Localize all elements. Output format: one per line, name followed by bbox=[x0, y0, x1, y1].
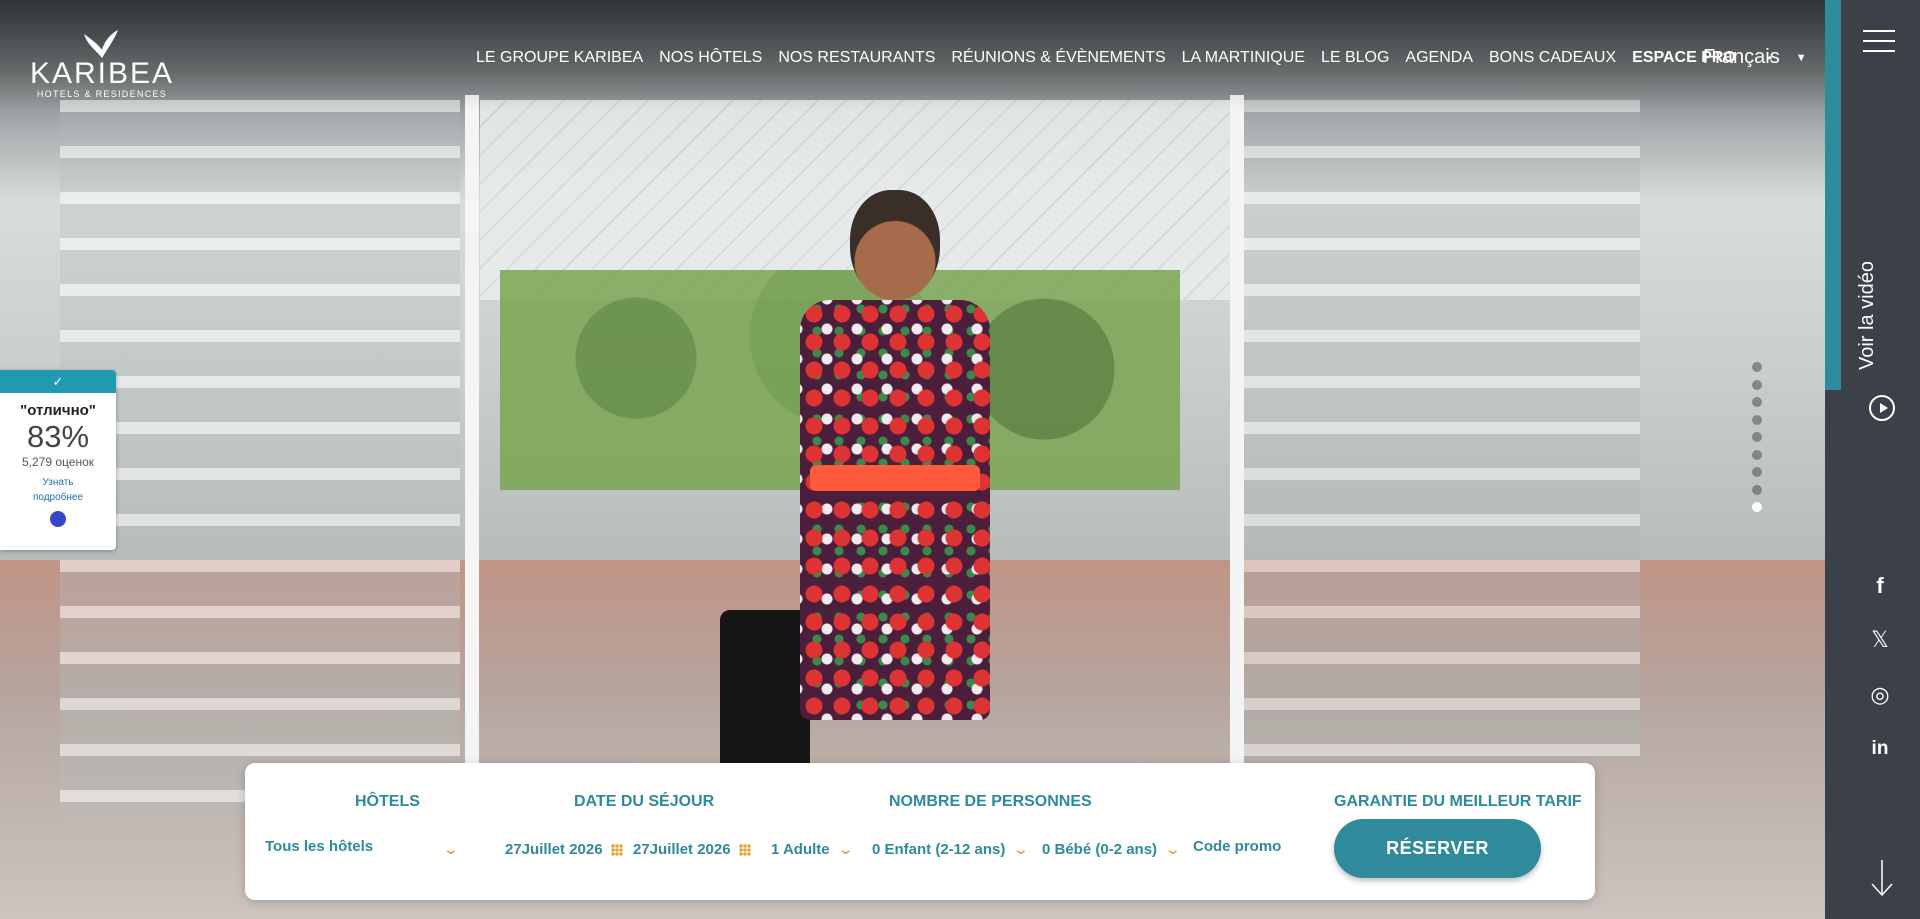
date-to-field[interactable]: 27Juillet 2026 bbox=[633, 841, 751, 858]
adults-value: 1 Adulte bbox=[771, 841, 830, 858]
right-glass-door bbox=[1240, 100, 1640, 760]
hotels-header: HÔTELS bbox=[355, 793, 420, 810]
checkmark-icon: ✓ bbox=[0, 370, 116, 393]
reserve-button[interactable]: RÉSERVER bbox=[1334, 819, 1541, 878]
adults-select[interactable]: 1 Adulte ⌄ bbox=[771, 841, 854, 858]
red-belt bbox=[810, 465, 980, 491]
promo-code-input[interactable]: Code promo bbox=[1193, 838, 1281, 855]
booking-form: HÔTELS Tous les hôtels ⌄ DATE DU SÉJOUR … bbox=[245, 763, 1595, 900]
slide-dot[interactable] bbox=[1752, 467, 1762, 477]
learn-more-line-1: Узнать bbox=[42, 477, 74, 488]
chevron-down-icon: ⌄ bbox=[1164, 841, 1182, 857]
floral-jumpsuit bbox=[800, 300, 990, 720]
rating-widget[interactable]: ✓ "отлично" 83% 5,279 оценок Узнать подр… bbox=[0, 370, 116, 550]
hamburger-menu-icon[interactable] bbox=[1863, 30, 1895, 52]
nav-la-martinique[interactable]: LA MARTINIQUE bbox=[1182, 49, 1305, 67]
left-glass-door bbox=[60, 100, 460, 820]
learn-more-line-2: подробнее bbox=[32, 492, 84, 503]
date-to-value: 27Juillet 2026 bbox=[633, 841, 731, 858]
nav-reunions-evenements[interactable]: RÉUNIONS & ÉVÈNEMENTS bbox=[951, 49, 1165, 67]
play-icon[interactable] bbox=[1869, 395, 1895, 421]
slide-dot[interactable] bbox=[1752, 379, 1762, 390]
brand-name: KARIBEA bbox=[29, 57, 175, 90]
watch-video-link[interactable]: Voir la vidéo bbox=[1856, 261, 1879, 370]
slide-dot[interactable] bbox=[1752, 432, 1762, 442]
top-navigation: KARIBEA HOTELS & RESIDENCES LE GROUPE KA… bbox=[0, 0, 1825, 110]
right-sidebar bbox=[1825, 0, 1920, 919]
hotel-select[interactable]: Tous les hôtels bbox=[265, 838, 373, 855]
sidebar-accent-bar bbox=[1825, 0, 1841, 390]
brand-tagline: HOTELS & RESIDENCES bbox=[36, 89, 168, 99]
palm-leaf-logo-icon bbox=[84, 30, 118, 58]
nav-le-blog[interactable]: LE BLOG bbox=[1321, 49, 1389, 67]
calendar-icon bbox=[610, 843, 623, 856]
calendar-icon bbox=[738, 843, 751, 856]
date-from-field[interactable]: 27Juillet 2026 bbox=[505, 841, 623, 858]
slide-dot-active[interactable] bbox=[1752, 502, 1762, 512]
nav-le-groupe-karibea[interactable]: LE GROUPE KARIBEA bbox=[476, 49, 643, 67]
chevron-down-icon: ⌄ bbox=[442, 841, 460, 857]
date-from-value: 27Juillet 2026 bbox=[505, 841, 603, 858]
caret-down-icon: ▼ bbox=[1795, 51, 1807, 64]
language-label: Français bbox=[1703, 46, 1780, 68]
children-select[interactable]: 0 Enfant (2-12 ans) ⌄ bbox=[872, 841, 1030, 858]
dates-header: DATE DU SÉJOUR bbox=[574, 793, 715, 810]
door-frame bbox=[1230, 95, 1244, 795]
woman-figure bbox=[780, 190, 1010, 810]
instagram-icon[interactable]: ◎ bbox=[1862, 677, 1898, 713]
linkedin-icon[interactable]: in bbox=[1862, 731, 1898, 767]
hotel-select-value: Tous les hôtels bbox=[265, 838, 374, 855]
hotel-select-chevron[interactable]: ⌄ bbox=[435, 841, 460, 858]
door-frame bbox=[465, 95, 479, 795]
rating-word: "отлично" bbox=[20, 402, 96, 419]
slide-dot[interactable] bbox=[1752, 449, 1762, 460]
chevron-down-icon: ⌄ bbox=[1013, 841, 1030, 857]
people-header: NOMBRE DE PERSONNES bbox=[889, 793, 1092, 810]
babies-select[interactable]: 0 Bébé (0-2 ans) ⌄ bbox=[1042, 841, 1182, 858]
learn-more-link[interactable]: Узнать подробнее bbox=[0, 475, 116, 505]
review-count: 5,279 оценок bbox=[22, 455, 94, 469]
babies-value: 0 Bébé (0-2 ans) bbox=[1042, 841, 1158, 858]
slide-dot[interactable] bbox=[1752, 397, 1762, 407]
slide-dot[interactable] bbox=[1752, 414, 1762, 425]
head bbox=[850, 190, 940, 300]
language-selector[interactable]: Français ▼ bbox=[1703, 46, 1807, 69]
slide-dot[interactable] bbox=[1752, 362, 1762, 372]
karibea-logo[interactable]: KARIBEA HOTELS & RESIDENCES bbox=[28, 28, 176, 99]
nav-agenda[interactable]: AGENDA bbox=[1405, 49, 1473, 67]
scroll-down-arrow-icon[interactable] bbox=[1867, 858, 1897, 898]
facebook-icon[interactable]: f bbox=[1862, 568, 1898, 604]
nav-nos-hotels[interactable]: NOS HÔTELS bbox=[659, 49, 762, 67]
rating-percent: 83% bbox=[26, 419, 90, 454]
main-menu: LE GROUPE KARIBEA NOS HÔTELS NOS RESTAUR… bbox=[476, 49, 1798, 67]
slide-dot[interactable] bbox=[1752, 484, 1762, 495]
best-rate-guarantee: GARANTIE DU MEILLEUR TARIF bbox=[1334, 793, 1582, 810]
nav-nos-restaurants[interactable]: NOS RESTAURANTS bbox=[778, 49, 935, 67]
slider-pagination bbox=[1752, 362, 1764, 520]
chevron-down-icon: ⌄ bbox=[837, 841, 854, 857]
x-twitter-icon[interactable]: 𝕏 bbox=[1862, 622, 1898, 658]
children-value: 0 Enfant (2-12 ans) bbox=[872, 841, 1006, 858]
nav-bons-cadeaux[interactable]: BONS CADEAUX bbox=[1489, 49, 1616, 67]
tripadvisor-owl-icon bbox=[50, 511, 66, 527]
